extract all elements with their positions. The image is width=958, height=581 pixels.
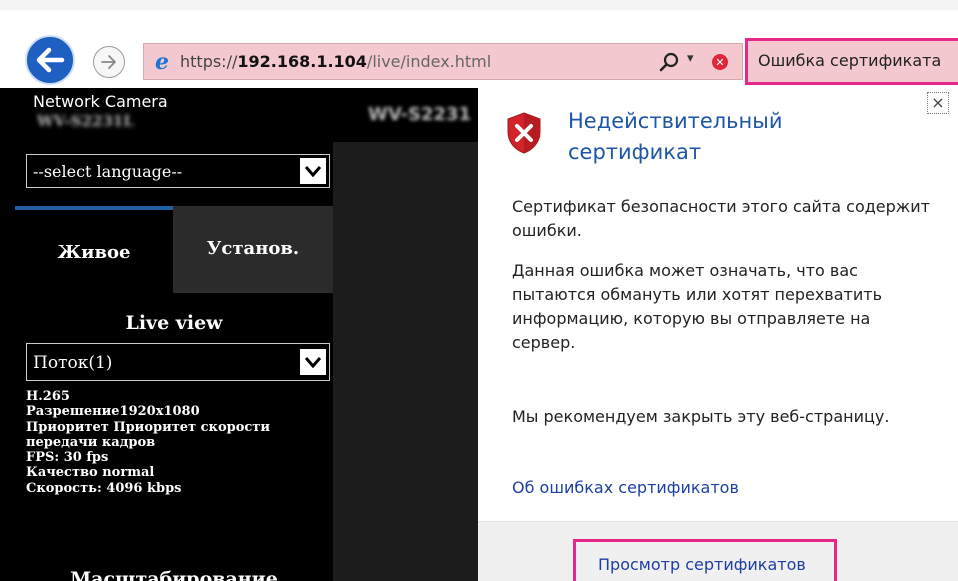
stream-info-line: Приоритет Приоритет скорости [26, 419, 270, 435]
popup-paragraph: Мы рекомендуем закрыть эту веб-страницу. [512, 407, 890, 426]
certificate-error-button[interactable]: Ошибка сертификата [745, 38, 958, 85]
popup-paragraph: Данная ошибка может означать, что вас пы… [512, 261, 883, 352]
tab-live-label: Живое [57, 242, 131, 263]
popup-title: Недействительный сертификат [568, 109, 783, 164]
url-scheme: https:// [180, 52, 238, 71]
back-arrow-icon [36, 47, 65, 73]
back-button[interactable] [25, 35, 75, 85]
stream-select-value: Поток(1) [33, 353, 113, 373]
url-path: /live/index.html [366, 52, 492, 71]
url-host: 192.168.1.104 [237, 52, 367, 71]
about-certificate-errors-link[interactable]: Об ошибках сертификатов [512, 478, 739, 497]
stream-info-line: передачи кадров [26, 434, 156, 450]
ie-logo-icon: e [155, 49, 169, 75]
url-text[interactable]: https://192.168.1.104/live/index.html [180, 52, 491, 71]
address-bar[interactable]: e https://192.168.1.104/live/index.html … [143, 43, 743, 80]
tab-settings-label: Установ. [206, 238, 300, 259]
close-icon: × [931, 93, 945, 112]
stream-select[interactable]: Поток(1) [26, 343, 330, 381]
model-header-blurred: WV-S2231 [368, 104, 472, 125]
view-certificates-highlight[interactable]: Просмотр сертификатов [573, 539, 837, 581]
language-select-value: --select language-- [33, 162, 183, 181]
tab-live[interactable]: Живое [15, 206, 173, 293]
title-strip [0, 0, 958, 10]
chevron-down-icon[interactable]: ▾ [687, 51, 694, 66]
certificate-error-label: Ошибка сертификата [758, 51, 942, 70]
popup-footer: Просмотр сертификатов [478, 521, 958, 581]
stream-info: H.265 Разрешение1920x1080 Приоритет Прио… [26, 389, 331, 496]
live-view-title: Live view [125, 312, 223, 334]
language-select[interactable]: --select language-- [26, 154, 330, 188]
view-certificates-link[interactable]: Просмотр сертификатов [598, 555, 806, 574]
chevron-down-icon [300, 349, 326, 375]
video-area [333, 142, 478, 581]
chevron-down-icon [300, 158, 326, 184]
stream-info-line: Разрешение1920x1080 [26, 404, 200, 420]
camera-page: WV-S2231 Network Camera WV-S2231L --sele… [0, 88, 478, 581]
stream-info-line: H.265 [26, 389, 70, 404]
stream-info-line: Качество normal [26, 465, 155, 481]
forward-arrow-icon [101, 55, 116, 69]
model-name-blurred: WV-S2231L [37, 112, 134, 130]
error-x-icon[interactable]: ✕ [712, 54, 728, 70]
shield-error-icon [507, 112, 541, 154]
zoom-section-title: Масштабирование [70, 568, 278, 581]
close-button[interactable]: × [927, 92, 949, 114]
product-line: Network Camera [33, 92, 168, 111]
stream-info-line: FPS: 30 fps [26, 450, 109, 466]
camera-sidebar: Network Camera WV-S2231L --select langua… [15, 88, 333, 581]
screenshot-root: e https://192.168.1.104/live/index.html … [0, 0, 958, 581]
forward-button[interactable] [93, 46, 125, 78]
certificate-popup: × Недействительный сертификат Сертификат… [478, 88, 958, 581]
mode-tabs: Живое Установ. [15, 206, 333, 293]
browser-toolbar: e https://192.168.1.104/live/index.html … [0, 0, 958, 88]
popup-paragraph: Сертификат безопасности этого сайта соде… [512, 197, 930, 240]
stream-info-line: Скорость: 4096 kbps [26, 480, 182, 496]
search-icon[interactable] [658, 50, 682, 74]
tab-settings[interactable]: Установ. [173, 206, 333, 293]
